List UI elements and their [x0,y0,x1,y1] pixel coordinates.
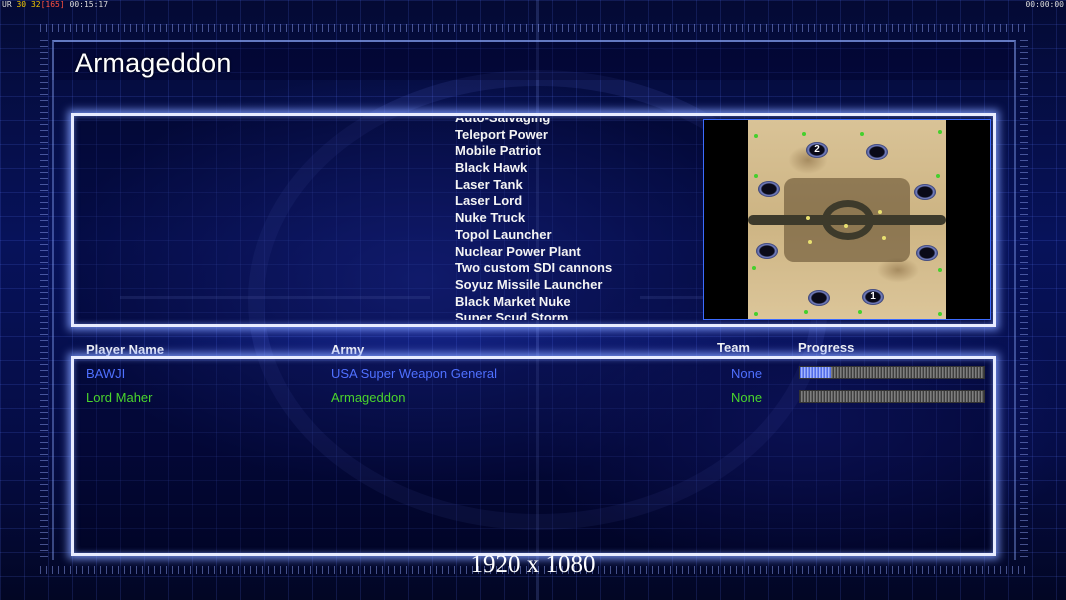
page-title: Armageddon [75,48,232,78]
rules-list-item: Two custom SDI cannons [455,260,613,276]
supply-dot [938,312,942,316]
column-header-team: Team [717,340,750,355]
column-header-army: Army [331,342,365,357]
rules-list-item: Super Scud Storm [455,310,569,320]
column-header-progress: Progress [798,340,855,355]
player-team: None [731,390,763,405]
rules-list-item: Black Hawk [455,160,528,176]
spawn-marker [758,181,780,197]
elapsed-time: 00:15:17 [69,0,109,9]
spawn-marker [866,144,888,160]
player-name: BAWJI [86,366,126,381]
oil-derrick-dot [878,210,882,214]
player-army: Armageddon [331,390,406,405]
spawn-marker [914,184,936,200]
spawn-marker [808,290,830,306]
players-panel [71,356,996,556]
map-terrain: 2 1 [748,120,946,319]
rules-list-item: Topol Launcher [455,226,552,242]
column-header-player-name: Player Name [86,342,165,357]
map-center-ring [822,200,874,240]
map-preview: 2 1 [703,119,991,320]
spawn-marker [916,245,938,261]
oil-derrick-dot [882,236,886,240]
rules-list-item: Mobile Patriot [455,143,541,159]
supply-dot [938,268,942,272]
oil-derrick-dot [806,216,810,220]
spawn-marker: 1 [862,289,884,305]
oil-derrick-dot [808,240,812,244]
supply-dot [802,132,806,136]
spawn-marker [756,243,778,259]
supply-dot [936,174,940,178]
spawn-label: 2 [814,144,820,155]
spawn-label: 1 [870,291,876,302]
supply-dot [858,310,862,314]
rules-list-item: Nuke Truck [455,210,526,226]
rules-list-item: Laser Lord [455,193,523,209]
player-progress-fill [800,367,832,378]
oil-derrick-dot [844,224,848,228]
rules-list-item: Laser Tank [455,176,523,192]
rules-list-item: Nuclear Power Plant [455,243,581,259]
fps-value: 30 [16,0,27,9]
supply-dot [752,266,756,270]
ruler-left [40,40,48,560]
player-progress-bar [799,390,985,403]
supply-dot [860,132,864,136]
rules-list-item: Auto-Salvaging [455,118,695,127]
supply-dot [754,134,758,138]
supply-dot [938,130,942,134]
game-clock: 00:00:00 [1025,0,1064,9]
fps-prefix: UR [2,0,12,9]
fps-value-3: [165] [40,0,65,9]
player-progress-bar [799,366,985,379]
ruler-top [40,24,1030,32]
ruler-right [1020,40,1028,560]
fps-counter: UR 30 32[165] 00:15:17 [2,0,108,9]
player-army: USA Super Weapon General [331,366,497,381]
rules-list-item: Black Market Nuke [455,293,571,309]
rules-list-item: Teleport Power [455,126,548,142]
player-name: Lord Maher [86,390,153,405]
spawn-marker: 2 [806,142,828,158]
supply-dot [754,312,758,316]
supply-dot [804,310,808,314]
resolution-label: 1920 x 1080 [470,551,596,578]
rules-list-item: Soyuz Missile Launcher [455,276,603,292]
rules-list: Auto-Salvaging Teleport Power Mobile Pat… [455,118,695,320]
player-team: None [731,366,763,381]
supply-dot [754,174,758,178]
fps-value-2: 32 [30,0,41,9]
